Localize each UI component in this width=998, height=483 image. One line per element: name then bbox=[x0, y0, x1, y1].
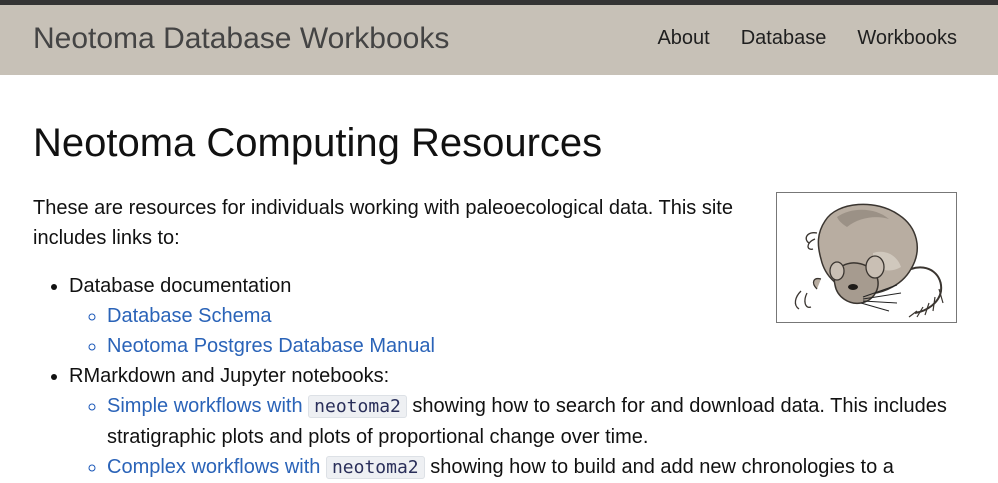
postgres-manual-link[interactable]: Neotoma Postgres Database Manual bbox=[107, 335, 435, 357]
simple-workflows-link-text: Simple workflows with bbox=[107, 395, 303, 417]
list-item: Database documentation Database Schema N… bbox=[69, 271, 959, 361]
database-schema-link[interactable]: Database Schema bbox=[107, 305, 272, 327]
neotoma2-code: neotoma2 bbox=[308, 395, 407, 418]
simple-workflows-link[interactable]: Simple workflows with neotoma2 bbox=[107, 395, 407, 418]
list-item: Simple workflows with neotoma2 showing h… bbox=[107, 391, 959, 452]
neotoma2-code: neotoma2 bbox=[325, 456, 425, 479]
site-header: Neotoma Database Workbooks About Databas… bbox=[0, 0, 998, 75]
nav-about-link[interactable]: About bbox=[657, 27, 709, 50]
list-item-label: RMarkdown and Jupyter notebooks: bbox=[69, 365, 390, 387]
complex-workflows-link-text: Complex workflows with bbox=[107, 456, 321, 478]
list-item: Complex workflows with neotoma2 showing … bbox=[107, 452, 959, 483]
sub-list: Simple workflows with neotoma2 showing h… bbox=[69, 391, 959, 483]
list-item: RMarkdown and Jupyter notebooks: Simple … bbox=[69, 361, 959, 483]
intro-paragraph: These are resources for individuals work… bbox=[33, 197, 733, 249]
list-item-label: Database documentation bbox=[69, 275, 292, 297]
complex-workflows-description: showing how to build and add new chronol… bbox=[424, 456, 894, 478]
nav-database-link[interactable]: Database bbox=[741, 27, 827, 50]
resource-list: Database documentation Database Schema N… bbox=[33, 271, 959, 483]
page-title: Neotoma Computing Resources bbox=[33, 121, 603, 165]
list-item: Neotoma Postgres Database Manual bbox=[107, 331, 959, 361]
list-item: Database Schema bbox=[107, 301, 959, 331]
main-nav: About Database Workbooks bbox=[657, 27, 957, 50]
complex-workflows-link[interactable]: Complex workflows with neotoma2 bbox=[107, 456, 425, 479]
nav-workbooks-link[interactable]: Workbooks bbox=[857, 27, 957, 50]
site-title-link[interactable]: Neotoma Database Workbooks bbox=[33, 22, 449, 56]
sub-list: Database Schema Neotoma Postgres Databas… bbox=[69, 301, 959, 361]
